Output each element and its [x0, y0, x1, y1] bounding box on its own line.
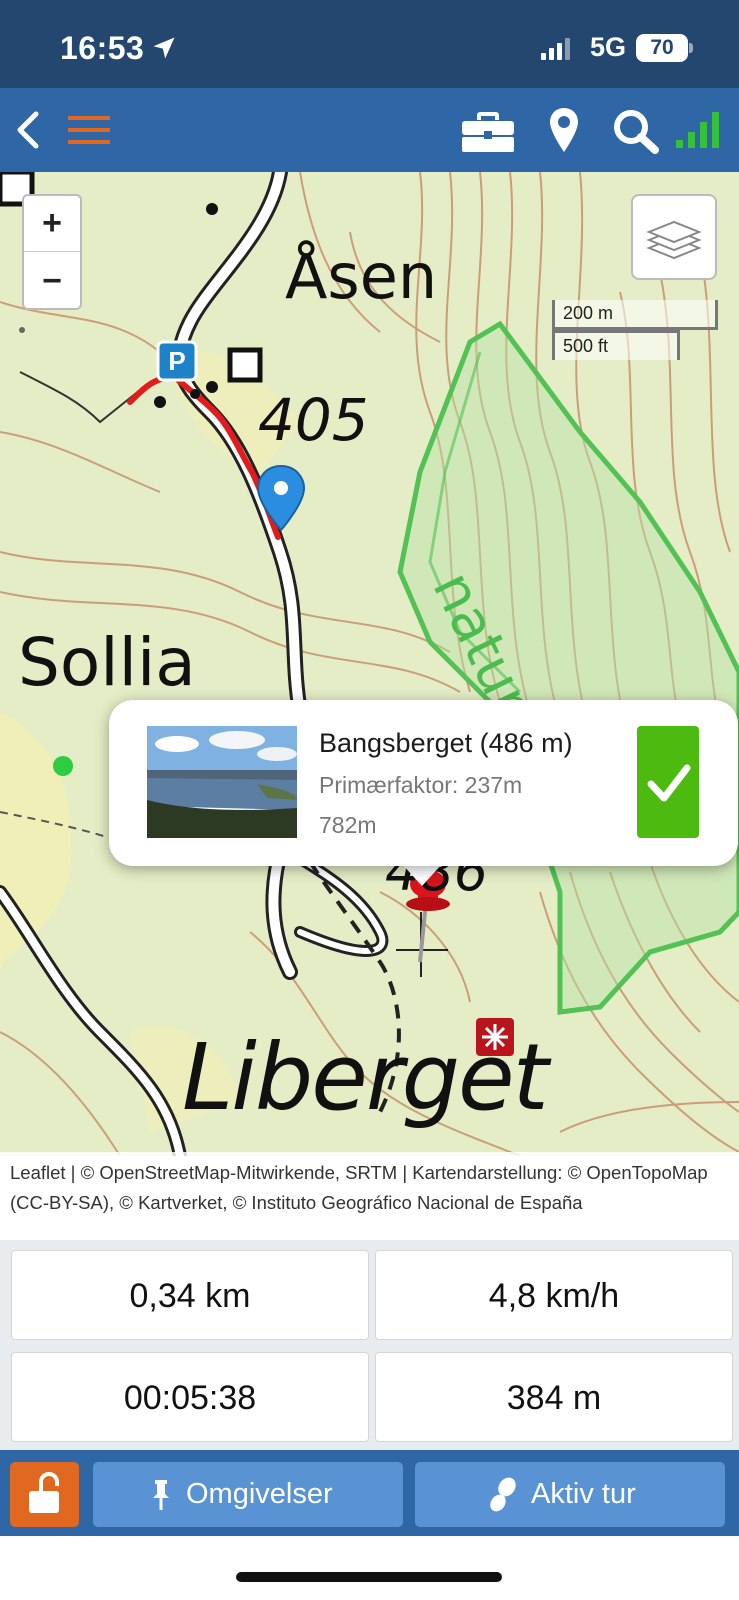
- map-view[interactable]: P Åsen 405 Sollia 486 Liberget nature + …: [0, 172, 739, 1156]
- bottom-navigation: Omgivelser Aktiv tur: [0, 1450, 739, 1536]
- battery-level: 70: [650, 36, 674, 59]
- back-chevron-icon[interactable]: [14, 110, 40, 150]
- pushpin-icon: [153, 1480, 169, 1510]
- map-attribution[interactable]: Leaflet | © OpenStreetMap-Mitwirkende, S…: [0, 1152, 739, 1240]
- active-trip-label: Aktiv tur: [531, 1478, 636, 1510]
- parking-marker: P: [168, 346, 185, 376]
- battery-tip: [689, 43, 693, 53]
- stat-elevation: 384 m: [375, 1352, 733, 1442]
- map-pin-icon[interactable]: [548, 106, 580, 154]
- stat-speed: 4,8 km/h: [375, 1250, 733, 1340]
- scale-imperial: 500 ft: [552, 330, 680, 360]
- trip-stats-panel: 0,34 km 4,8 km/h 00:05:38 384 m: [0, 1240, 739, 1450]
- layers-button[interactable]: [631, 194, 717, 280]
- location-arrow-icon: [153, 37, 175, 59]
- zoom-in-button[interactable]: +: [24, 196, 80, 252]
- status-time: 16:53: [60, 30, 145, 66]
- lock-button[interactable]: [10, 1462, 79, 1527]
- battery-icon: 70: [636, 34, 688, 62]
- gps-signal-icon[interactable]: [676, 110, 722, 150]
- popup-tip: [402, 864, 442, 886]
- cellular-signal-icon: [541, 38, 570, 60]
- app-root: 16:53 5G 70 P Åsen 405 Sollia 486 Liberg…: [0, 0, 739, 1600]
- summit-popup[interactable]: Bangsberget (486 m) Primærfaktor: 237m 7…: [109, 700, 738, 866]
- network-type: 5G: [590, 32, 627, 62]
- zoom-out-button[interactable]: −: [24, 254, 80, 310]
- unlock-icon: [29, 1472, 59, 1513]
- stat-duration: 00:05:38: [11, 1352, 369, 1442]
- summit-checked-button[interactable]: [637, 726, 699, 838]
- surroundings-button[interactable]: Omgivelser: [93, 1462, 403, 1527]
- popup-title: Bangsberget (486 m): [319, 728, 573, 758]
- map-label-sollia: Sollia: [18, 624, 196, 701]
- search-icon[interactable]: [612, 108, 660, 154]
- toolbar: [0, 88, 739, 172]
- surroundings-label: Omgivelser: [186, 1478, 333, 1510]
- hamburger-menu-icon[interactable]: [68, 114, 110, 146]
- map-label-405: 405: [258, 386, 369, 454]
- layers-icon: [646, 220, 702, 260]
- briefcase-icon[interactable]: [460, 108, 516, 154]
- map-label-liberget: Liberget: [182, 1024, 549, 1131]
- popup-distance: 782m: [319, 812, 377, 838]
- summit-photo[interactable]: [147, 726, 297, 838]
- status-bar: 16:53 5G 70: [0, 0, 739, 88]
- stat-distance: 0,34 km: [11, 1250, 369, 1340]
- footsteps-icon: [490, 1477, 516, 1512]
- home-area: [0, 1536, 739, 1600]
- active-trip-button[interactable]: Aktiv tur: [415, 1462, 725, 1527]
- checkmark-icon: [647, 764, 691, 802]
- popup-prominence: Primærfaktor: 237m: [319, 772, 523, 798]
- scale-metric: 200 m: [552, 300, 718, 330]
- home-indicator[interactable]: [236, 1572, 502, 1582]
- zoom-control: + −: [22, 194, 82, 310]
- map-label-asen: Åsen: [285, 240, 438, 313]
